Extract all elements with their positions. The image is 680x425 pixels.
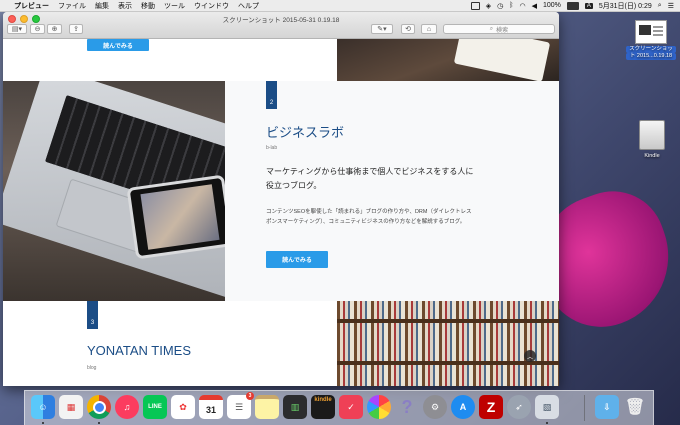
title-bar: スクリーンショット 2015-05-31 0.19.18 ▤▾ ⊖ ⊕ ⇪ ✎▾… bbox=[3, 12, 559, 39]
section2-laptop-photo bbox=[3, 81, 225, 301]
menu-bar: プレビュー ファイル 編集 表示 移動 ツール ウインドウ ヘルプ ◈ ◷ ᛒ … bbox=[0, 0, 680, 12]
dock-photos-icon[interactable] bbox=[367, 395, 391, 419]
dock-notes-icon[interactable] bbox=[255, 395, 279, 419]
volume-icon[interactable]: ◀ bbox=[532, 2, 537, 10]
dock-line-icon[interactable]: LINE bbox=[143, 395, 167, 419]
menu-tools[interactable]: ツール bbox=[164, 1, 185, 11]
section3-subtitle: blog bbox=[87, 365, 97, 371]
dock-numbers-icon[interactable]: ▥ bbox=[283, 395, 307, 419]
time-machine-icon[interactable]: ◷ bbox=[497, 2, 503, 10]
dock-launchpad-icon[interactable]: ▦ bbox=[59, 395, 83, 419]
notebook-photo bbox=[453, 39, 551, 82]
menu-help[interactable]: ヘルプ bbox=[238, 1, 259, 11]
wifi-icon[interactable]: ◠ bbox=[519, 2, 525, 10]
zoom-out-button[interactable]: ⊖ bbox=[30, 24, 45, 34]
zoom-in-button[interactable]: ⊕ bbox=[47, 24, 62, 34]
smartphone bbox=[126, 174, 225, 260]
file-label-line2: ト 2015...0.19.18 bbox=[626, 53, 676, 60]
dock: ☺ ▦ ♫ LINE ✿ 31 ☰ 3 ▥ kindle ✓ ? ⚙ A Z ➶… bbox=[24, 390, 654, 425]
running-indicator bbox=[98, 422, 100, 424]
section3-text: 3 YONATAN TIMES blog bbox=[3, 301, 337, 386]
dock-reminders-icon[interactable]: ☰ 3 bbox=[227, 392, 254, 419]
running-indicator bbox=[546, 422, 548, 424]
dock-kindle-icon[interactable]: kindle bbox=[311, 395, 335, 419]
section2-text: 2 ビジネスラボ b-lab マーケティングから仕事術まで個人でビジネスをする人… bbox=[225, 81, 559, 301]
preview-window: スクリーンショット 2015-05-31 0.19.18 ▤▾ ⊖ ⊕ ⇪ ✎▾… bbox=[3, 12, 559, 386]
screenshot-thumbnail bbox=[635, 20, 667, 44]
phone-screen bbox=[140, 184, 220, 250]
share-button[interactable]: ⇪ bbox=[69, 24, 83, 34]
notification-center-icon[interactable]: ☰ bbox=[668, 2, 674, 10]
dock-calendar-icon[interactable]: 31 bbox=[199, 395, 223, 419]
dock-finder-icon[interactable]: ☺ bbox=[31, 395, 55, 419]
clock[interactable]: 5月31日(日) 0:29 bbox=[599, 1, 652, 11]
section1-text: 読んでみる bbox=[3, 39, 337, 81]
dock-system-preferences-icon[interactable]: ⚙ bbox=[423, 395, 447, 419]
kindle-label: kindle bbox=[314, 397, 332, 403]
chevron-up-icon: ︿ bbox=[526, 354, 533, 361]
dock-separator bbox=[584, 395, 585, 421]
search-placeholder: 検索 bbox=[496, 27, 509, 34]
bluetooth-icon[interactable]: ᛒ bbox=[509, 2, 513, 9]
section2-read-button[interactable]: 読んでみる bbox=[266, 251, 328, 268]
running-indicator bbox=[42, 422, 44, 424]
shelf-board bbox=[337, 361, 559, 365]
spotlight-icon[interactable]: ⌕ bbox=[658, 2, 662, 10]
dock-photo-app-icon[interactable]: ✿ bbox=[171, 395, 195, 419]
desktop-screenshot-file[interactable]: スクリーンショッ ト 2015...0.19.18 bbox=[626, 20, 676, 60]
screen-icon[interactable] bbox=[470, 1, 480, 10]
dock-filezilla-icon[interactable]: Z bbox=[479, 395, 503, 419]
calendar-day: 31 bbox=[205, 404, 216, 415]
section2-title[interactable]: ビジネスラボ bbox=[266, 122, 344, 141]
dock-help-icon[interactable]: ? bbox=[395, 395, 419, 419]
section2-number-badge: 2 bbox=[266, 81, 277, 109]
scroll-to-top-button[interactable]: ︿ bbox=[524, 350, 536, 362]
window-title: スクリーンショット 2015-05-31 0.19.18 bbox=[222, 17, 340, 24]
drive-icon bbox=[639, 120, 665, 150]
menu-app-name[interactable]: プレビュー bbox=[14, 1, 49, 11]
search-icon: ⌕ bbox=[489, 25, 494, 32]
drive-label: Kindle bbox=[644, 153, 660, 159]
section3-number-badge: 3 bbox=[87, 301, 98, 329]
rotate-button[interactable]: ⟲ bbox=[401, 24, 415, 34]
reminders-badge: 3 bbox=[246, 392, 254, 400]
toolbox-button[interactable]: ⌂ bbox=[421, 24, 437, 34]
sidebar-toggle-button[interactable]: ▤▾ bbox=[7, 24, 27, 34]
dock-trash-icon[interactable]: 🗑 bbox=[623, 395, 647, 419]
search-field[interactable]: ⌕ 検索 bbox=[443, 24, 555, 34]
battery-icon[interactable] bbox=[566, 1, 579, 10]
dropbox-icon[interactable]: ◈ bbox=[486, 2, 491, 10]
menu-window[interactable]: ウインドウ bbox=[194, 1, 229, 11]
menu-view[interactable]: 表示 bbox=[118, 1, 132, 11]
dock-chrome-icon[interactable] bbox=[87, 395, 111, 419]
file-label-line1: スクリーンショッ bbox=[626, 46, 676, 53]
section2-description: コンテンツSEOを駆使した「読まれる」ブログの作り方や、DRM（ダイレクトレスポ… bbox=[266, 209, 472, 225]
dock-pocket-icon[interactable]: ✓ bbox=[339, 395, 363, 419]
menu-go[interactable]: 移動 bbox=[141, 1, 155, 11]
dock-launcher-icon[interactable]: ➶ bbox=[507, 395, 531, 419]
section3-title[interactable]: YONATAN TIMES bbox=[87, 343, 191, 358]
section1-image bbox=[337, 39, 559, 82]
section3-bookshelf-photo bbox=[337, 301, 559, 386]
document-content[interactable]: 読んでみる 2 ビジネスラボ b-lab マーケティングから仕事術まで個人でビジ… bbox=[3, 39, 559, 386]
battery-text[interactable]: 100% bbox=[543, 2, 561, 9]
section2-lead: マーケティングから仕事術まで個人でビジネスをする人に役立つブログ。 bbox=[266, 167, 474, 190]
section2-subtitle: b-lab bbox=[266, 145, 278, 151]
markup-pen-button[interactable]: ✎▾ bbox=[371, 24, 393, 34]
dock-itunes-icon[interactable]: ♫ bbox=[115, 395, 139, 419]
dock-preview-icon[interactable]: ▧ bbox=[535, 395, 559, 419]
menu-edit[interactable]: 編集 bbox=[95, 1, 109, 11]
menu-file[interactable]: ファイル bbox=[58, 1, 86, 11]
shelf-board bbox=[337, 319, 559, 323]
dock-downloads-folder-icon[interactable]: ⇩ bbox=[595, 395, 619, 419]
dock-app-store-icon[interactable]: A bbox=[451, 395, 475, 419]
input-method-icon[interactable]: A bbox=[584, 2, 593, 9]
desktop-kindle-drive[interactable]: Kindle bbox=[632, 120, 672, 160]
section1-read-button[interactable]: 読んでみる bbox=[87, 39, 149, 51]
